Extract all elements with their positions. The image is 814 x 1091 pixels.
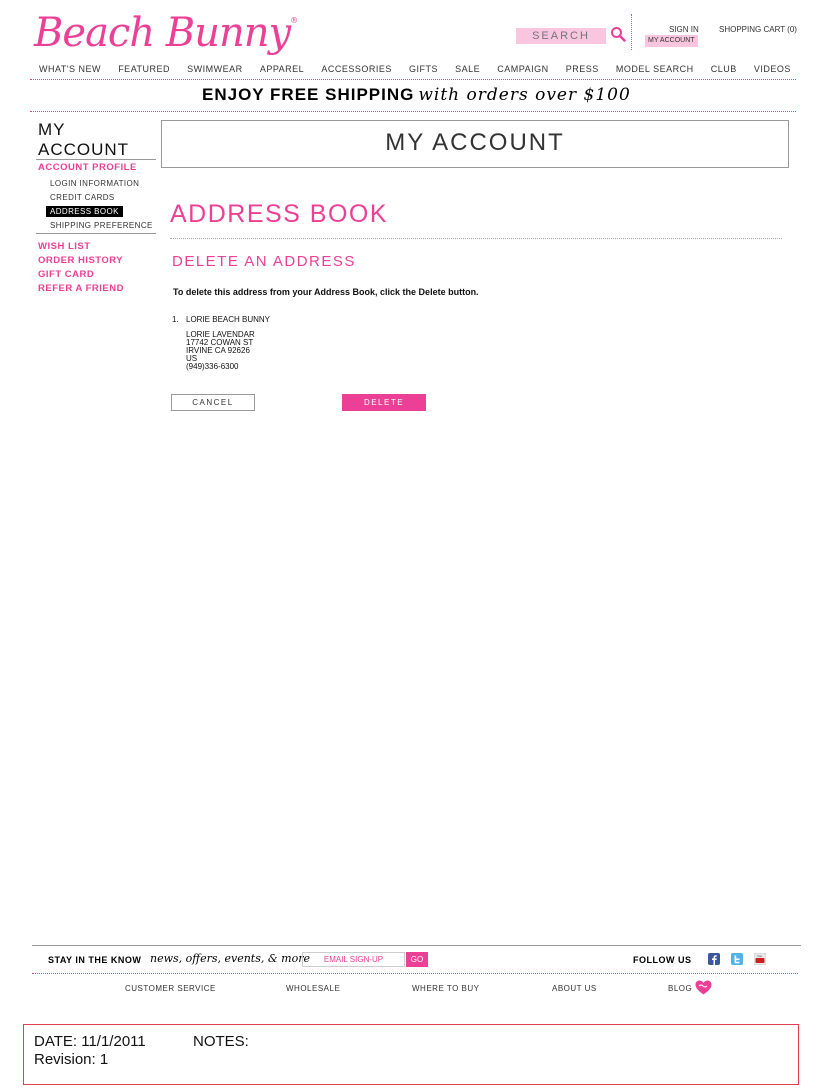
page-title: MY ACCOUNT <box>161 120 789 168</box>
sidebar-title-line2: ACCOUNT <box>38 140 130 159</box>
logo[interactable]: Beach Bunny® <box>34 10 298 56</box>
nav-campaign[interactable]: CAMPAIGN <box>497 64 548 74</box>
address-phone: (949)336-6300 <box>186 362 239 371</box>
shopping-cart-link[interactable]: SHOPPING CART (0) <box>719 25 797 34</box>
footer-link-about-us[interactable]: ABOUT US <box>552 984 597 993</box>
nav-swimwear[interactable]: SWIMWEAR <box>187 64 243 74</box>
sidebar-item-account-profile[interactable]: ACCOUNT PROFILE <box>38 162 137 173</box>
address-nickname: LORIE BEACH BUNNY <box>186 315 271 324</box>
address-number: 1. <box>172 315 179 324</box>
search-icon[interactable] <box>610 26 626 42</box>
sidebar-divider <box>36 159 156 160</box>
registered-mark: ® <box>290 16 298 25</box>
sidebar-item-gift-card[interactable]: GIFT CARD <box>38 269 94 280</box>
email-signup-input[interactable]: EMAIL SIGN-UP <box>302 952 405 967</box>
newsletter-tagline: news, offers, events, & more <box>150 952 310 965</box>
sidebar-title-line1: MY <box>38 120 66 139</box>
nav-gifts[interactable]: GIFTS <box>409 64 438 74</box>
nav-accessories[interactable]: ACCESSORIES <box>321 64 392 74</box>
footer-link-blog[interactable]: BLOG <box>668 984 692 993</box>
nav-featured[interactable]: FEATURED <box>118 64 170 74</box>
header-divider <box>631 14 632 50</box>
footer-link-where-to-buy[interactable]: WHERE TO BUY <box>412 984 480 993</box>
main-nav: WHAT'S NEW FEATURED SWIMWEAR APPAREL ACC… <box>39 64 791 74</box>
nav-whats-new[interactable]: WHAT'S NEW <box>39 64 101 74</box>
sidebar-item-refer-a-friend[interactable]: REFER A FRIEND <box>38 283 124 294</box>
divider <box>30 111 796 112</box>
go-button[interactable]: GO <box>406 952 428 967</box>
footer-link-wholesale[interactable]: WHOLESALE <box>286 984 340 993</box>
youtube-icon[interactable]: You <box>754 953 766 965</box>
twitter-icon[interactable] <box>731 953 743 965</box>
nav-apparel[interactable]: APPAREL <box>260 64 304 74</box>
sign-in-link[interactable]: SIGN IN <box>669 25 699 34</box>
cancel-button[interactable]: CANCEL <box>171 394 255 411</box>
nav-club[interactable]: CLUB <box>711 64 737 74</box>
address-block: LORIE LAVENDAR 17742 COWAN ST IRVINE CA … <box>186 331 255 371</box>
delete-button[interactable]: DELETE <box>342 394 426 411</box>
sidebar-item-wish-list[interactable]: WISH LIST <box>38 241 91 252</box>
svg-text:You: You <box>757 954 762 958</box>
sidebar-title: MY ACCOUNT <box>38 120 129 160</box>
my-account-button[interactable]: MY ACCOUNT <box>645 35 698 47</box>
facebook-icon[interactable] <box>708 953 720 965</box>
search-input[interactable] <box>516 28 606 44</box>
divider <box>170 238 782 239</box>
promo-italic-text: with orders over $100 <box>418 85 631 105</box>
sidebar-item-address-book[interactable]: ADDRESS BOOK <box>46 206 123 217</box>
follow-us-label: FOLLOW US <box>633 955 692 965</box>
footer-divider <box>32 945 801 946</box>
divider <box>30 79 796 80</box>
footer-link-customer-service[interactable]: CUSTOMER SERVICE <box>125 984 216 993</box>
nav-sale[interactable]: SALE <box>455 64 480 74</box>
revision-number: Revision: 1 <box>34 1051 109 1068</box>
divider <box>32 973 798 974</box>
nav-videos[interactable]: VIDEOS <box>754 64 791 74</box>
sidebar-item-credit-cards[interactable]: CREDIT CARDS <box>50 193 115 202</box>
logo-text: Beach Bunny <box>34 10 291 56</box>
blog-heart-icon[interactable] <box>695 980 712 995</box>
sidebar-item-login-information[interactable]: LOGIN INFORMATION <box>50 179 139 188</box>
notes-label: NOTES: <box>193 1033 249 1050</box>
revision-date: DATE: 11/1/2011 <box>34 1033 146 1050</box>
sidebar-divider <box>36 233 156 234</box>
subsection-heading: DELETE AN ADDRESS <box>172 253 356 270</box>
sidebar-item-order-history[interactable]: ORDER HISTORY <box>38 255 123 266</box>
newsletter-label: STAY IN THE KNOW <box>48 955 142 965</box>
instruction-text: To delete this address from your Address… <box>173 287 479 297</box>
nav-press[interactable]: PRESS <box>566 64 599 74</box>
promo-bold-text: ENJOY FREE SHIPPING <box>202 85 415 104</box>
promo-banner: ENJOY FREE SHIPPING with orders over $100 <box>202 85 631 105</box>
section-heading: ADDRESS BOOK <box>170 200 389 228</box>
sidebar-item-shipping-preference[interactable]: SHIPPING PREFERENCE <box>50 221 153 230</box>
nav-model-search[interactable]: MODEL SEARCH <box>616 64 694 74</box>
